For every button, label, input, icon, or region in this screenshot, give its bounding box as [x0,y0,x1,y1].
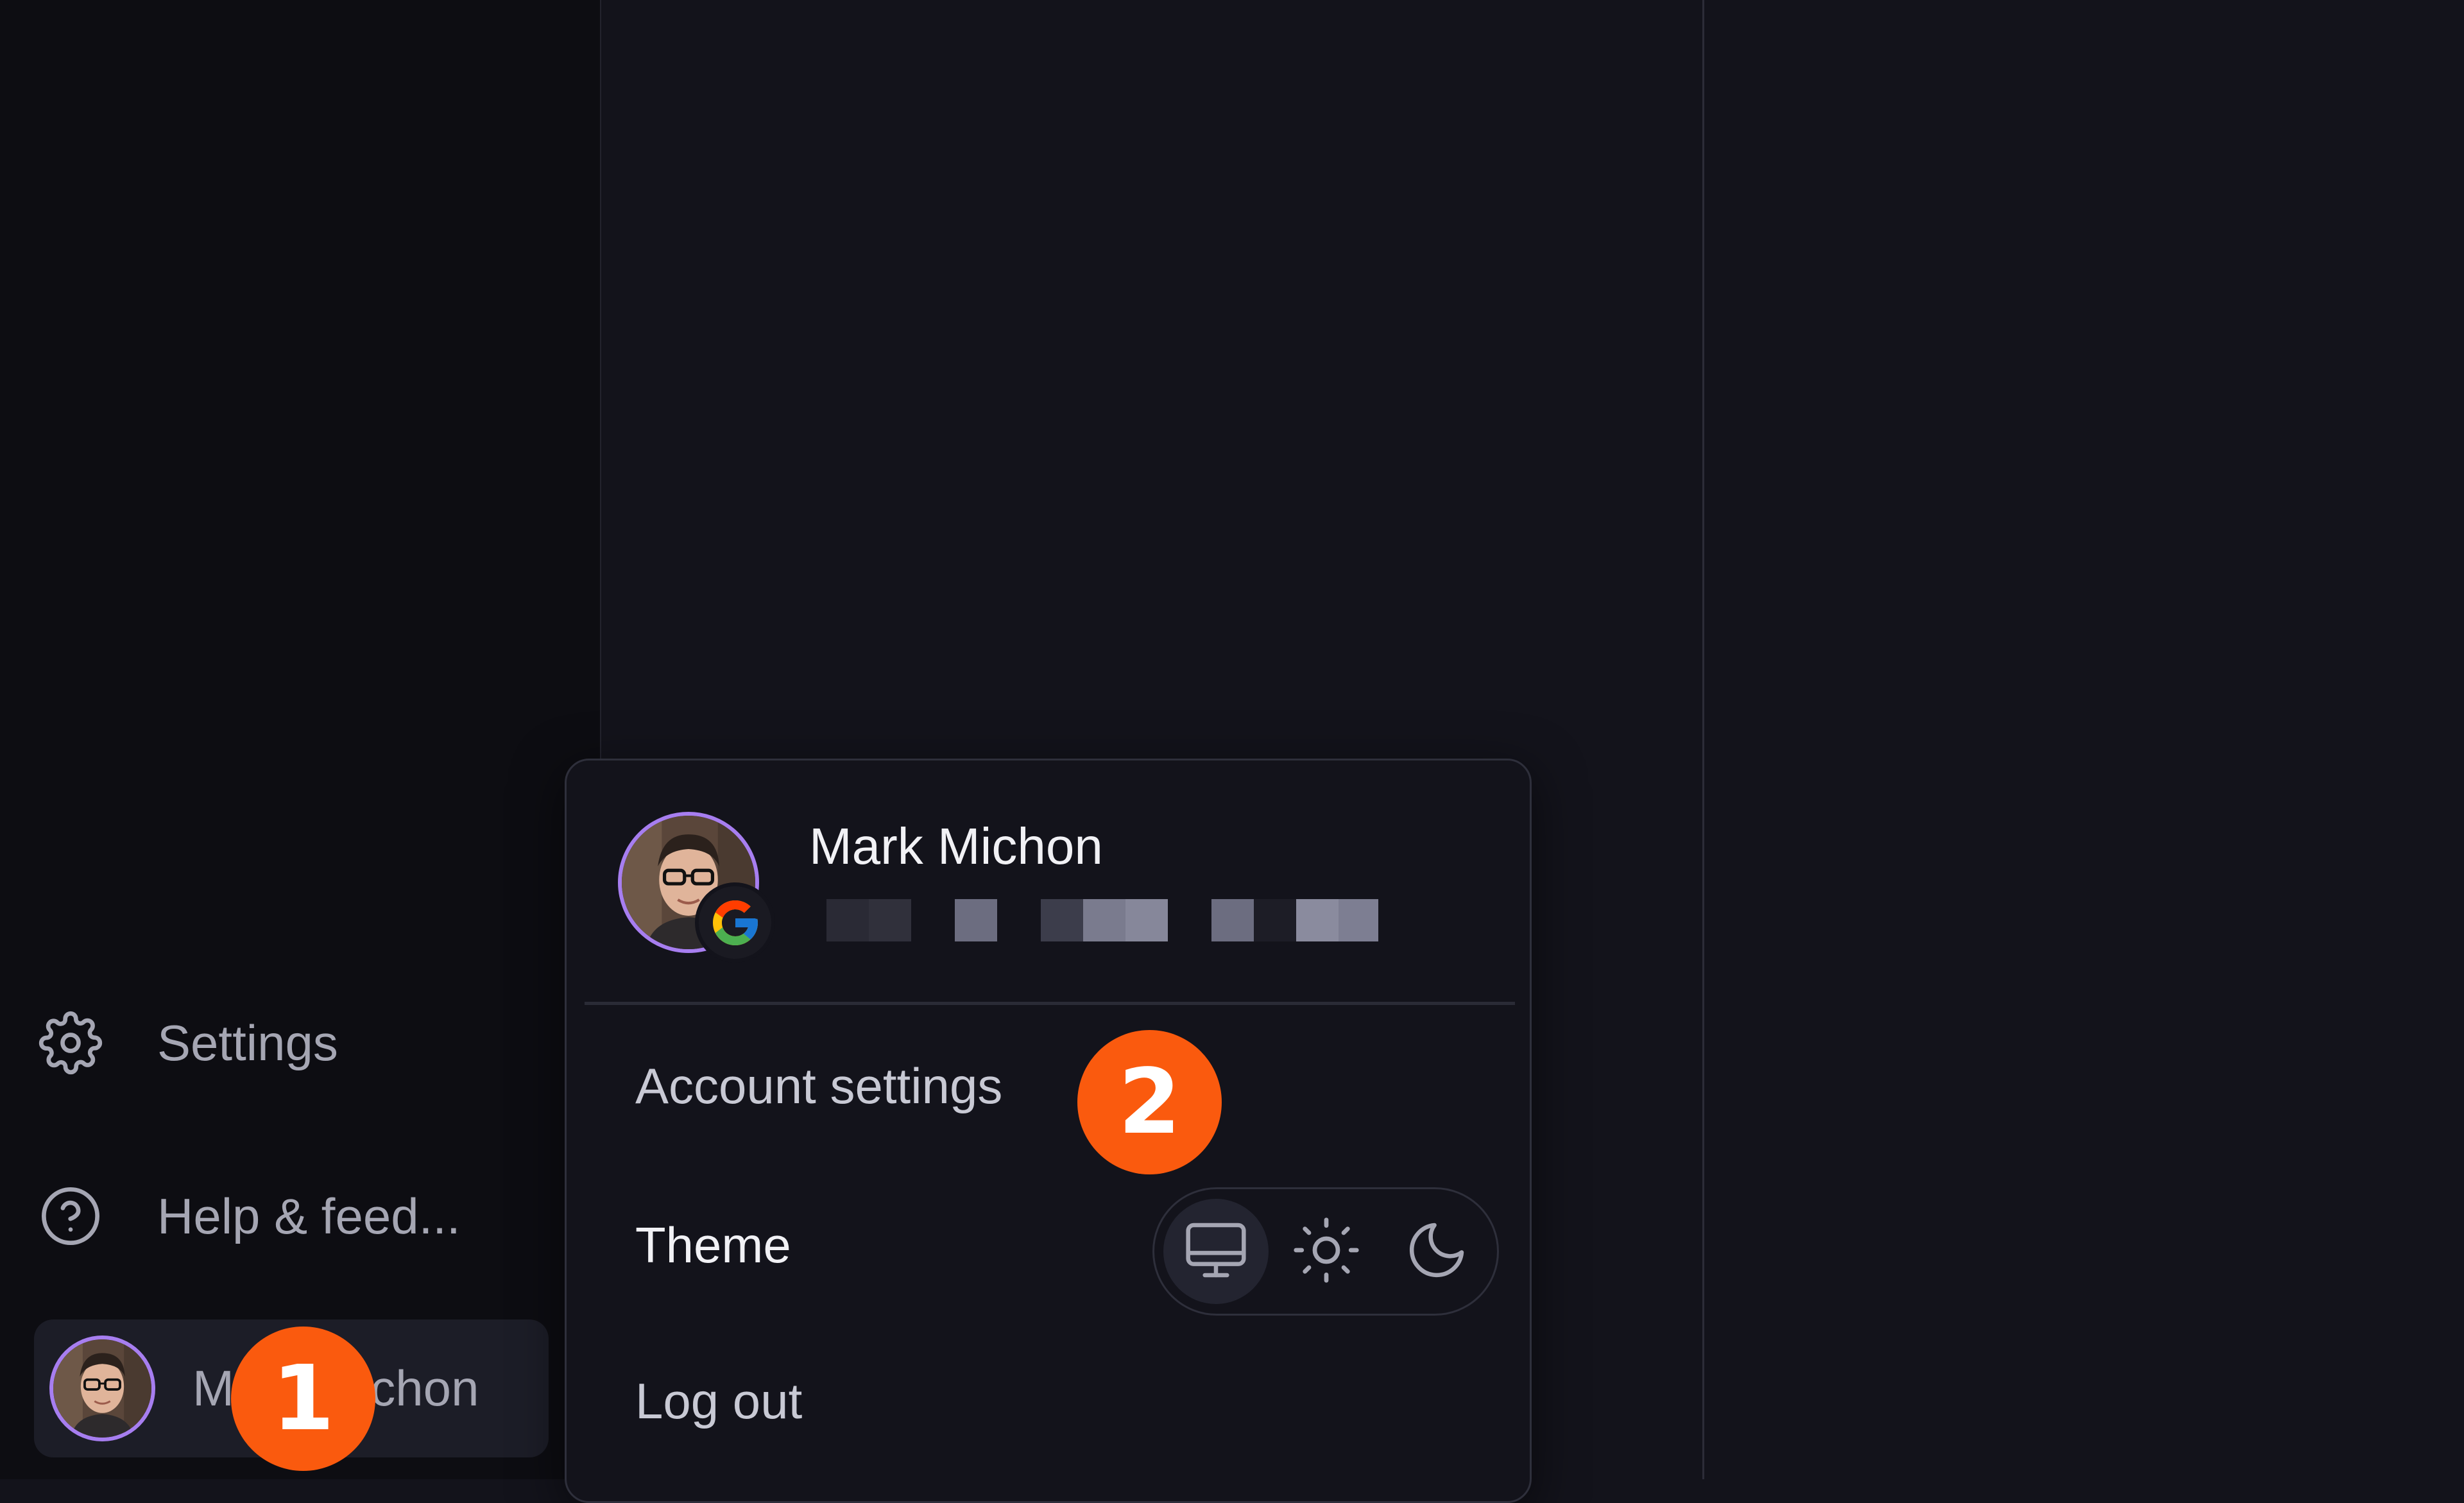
menu-item-theme-label: Theme [635,1217,791,1273]
google-icon [695,882,775,963]
sidebar: Settings Help & feed... Michon [0,0,601,1479]
sidebar-item-settings[interactable]: Settings [35,979,568,1107]
menu-item-account-settings[interactable]: Account settings [635,1057,1002,1115]
sidebar-item-label: Settings [157,1014,338,1071]
gear-icon [35,1008,106,1078]
theme-option-light[interactable] [1274,1199,1379,1304]
monitor-icon [1183,1217,1249,1287]
menu-divider [585,1002,1515,1005]
avatar [49,1336,155,1441]
account-menu-header: Mark Michon [567,760,1530,1004]
help-circle-icon [35,1181,106,1251]
moon-icon [1403,1217,1470,1287]
sun-icon [1292,1215,1361,1288]
right-pane [1706,0,2464,1479]
theme-option-dark[interactable] [1384,1199,1489,1304]
sidebar-item-label: Help & feed... [157,1187,461,1244]
step-badge-2: 2 [1077,1030,1222,1174]
account-email-redacted [826,899,1378,941]
theme-option-system[interactable] [1163,1199,1269,1304]
theme-switcher[interactable] [1152,1187,1499,1316]
menu-item-log-out[interactable]: Log out [635,1372,802,1430]
step-badge-1: 1 [231,1327,375,1471]
sidebar-item-help[interactable]: Help & feed... [35,1152,568,1280]
account-name: Mark Michon [809,818,1103,875]
